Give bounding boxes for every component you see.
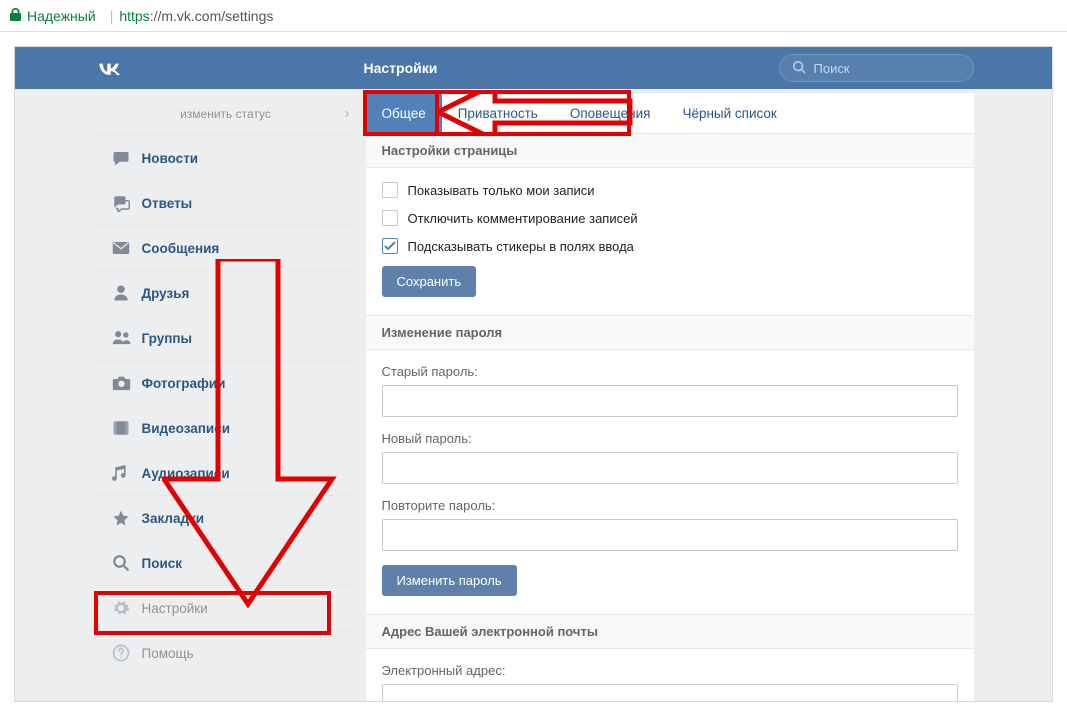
change-password-button[interactable]: Изменить пароль (382, 565, 517, 596)
tab-Оповещения[interactable]: Оповещения (554, 93, 667, 133)
sidebar-item-gear[interactable]: Настройки (94, 585, 358, 630)
secure-label: Надежный (27, 8, 96, 24)
sidebar-item-label: Закладки (142, 511, 205, 526)
camera-icon (112, 375, 142, 391)
new-password-input[interactable] (382, 452, 958, 484)
url-separator: | (110, 8, 114, 24)
vk-logo-icon[interactable] (94, 57, 124, 80)
page-header: Настройки Поиск (15, 47, 1052, 89)
chat-icon (112, 194, 142, 212)
old-password-label: Старый пароль: (382, 364, 958, 379)
sidebar-item-label: Поиск (142, 556, 183, 571)
sidebar-item-mail[interactable]: Сообщения (94, 225, 358, 270)
sidebar-item-label: Аудиозаписи (142, 466, 230, 481)
sidebar-item-people[interactable]: Группы (94, 315, 358, 360)
star-icon (112, 509, 142, 527)
page-title: Настройки (364, 60, 438, 76)
sidebar-item-star[interactable]: Закладки (94, 495, 358, 540)
old-password-input[interactable] (382, 385, 958, 417)
sidebar-item-label: Ответы (142, 196, 193, 211)
person-icon (112, 284, 142, 302)
main-content: ОбщееПриватностьОповещенияЧёрный список … (366, 93, 974, 702)
status-text: изменить статус (180, 107, 271, 121)
people-icon (112, 330, 142, 346)
sidebar-item-film[interactable]: Видеозаписи (94, 405, 358, 450)
sidebar-item-chat[interactable]: Ответы (94, 180, 358, 225)
sidebar-item-label: Новости (142, 151, 199, 166)
sidebar: изменить статус › Новости Ответы Сообщения… (94, 93, 358, 702)
section-email-header: Адрес Вашей электронной почты (366, 614, 974, 649)
search-icon (792, 60, 806, 77)
save-button[interactable]: Сохранить (382, 266, 477, 297)
film-icon (112, 419, 142, 437)
speech-icon (112, 149, 142, 167)
checkbox-suggest-stickers[interactable]: Подсказывать стикеры в полях ввода (382, 238, 958, 254)
checkbox-disable-comments[interactable]: Отключить комментирование записей (382, 210, 958, 226)
sidebar-item-label: Сообщения (142, 241, 220, 256)
repeat-password-input[interactable] (382, 519, 958, 551)
mail-icon (112, 241, 142, 255)
chevron-right-icon: › (344, 105, 349, 123)
help-icon (112, 644, 142, 662)
sidebar-item-music[interactable]: Аудиозаписи (94, 450, 358, 495)
checkbox-only-my-posts[interactable]: Показывать только мои записи (382, 182, 958, 198)
sidebar-item-label: Видеозаписи (142, 421, 231, 436)
email-input[interactable] (382, 684, 958, 702)
tab-Приватность[interactable]: Приватность (442, 93, 554, 133)
gear-icon (112, 599, 142, 617)
lock-icon (10, 8, 21, 24)
sidebar-item-speech[interactable]: Новости (94, 135, 358, 180)
tab-Чёрный список[interactable]: Чёрный список (666, 93, 792, 133)
email-label: Электронный адрес: (382, 663, 958, 678)
new-password-label: Новый пароль: (382, 431, 958, 446)
search-icon (112, 554, 142, 572)
header-search[interactable]: Поиск (779, 54, 974, 82)
music-icon (112, 464, 142, 482)
sidebar-item-label: Группы (142, 331, 193, 346)
sidebar-item-label: Фотографии (142, 376, 226, 391)
search-placeholder: Поиск (814, 61, 850, 76)
settings-tabs: ОбщееПриватностьОповещенияЧёрный список (366, 93, 974, 133)
repeat-password-label: Повторите пароль: (382, 498, 958, 513)
checkbox-icon (382, 238, 398, 254)
tab-Общее[interactable]: Общее (366, 93, 442, 133)
checkbox-icon (382, 182, 398, 198)
sidebar-item-label: Настройки (142, 601, 208, 616)
sidebar-item-search[interactable]: Поиск (94, 540, 358, 585)
section-change-password-header: Изменение пароля (366, 315, 974, 350)
browser-address-bar: Надежный | https://m.vk.com/settings (0, 0, 1067, 32)
sidebar-item-help[interactable]: Помощь (94, 630, 358, 675)
url-text[interactable]: https://m.vk.com/settings (119, 8, 273, 24)
sidebar-item-label: Помощь (142, 646, 194, 661)
change-status-row[interactable]: изменить статус › (94, 93, 358, 135)
sidebar-item-label: Друзья (142, 286, 190, 301)
sidebar-item-camera[interactable]: Фотографии (94, 360, 358, 405)
section-page-settings-header: Настройки страницы (366, 133, 974, 168)
checkbox-icon (382, 210, 398, 226)
sidebar-item-person[interactable]: Друзья (94, 270, 358, 315)
